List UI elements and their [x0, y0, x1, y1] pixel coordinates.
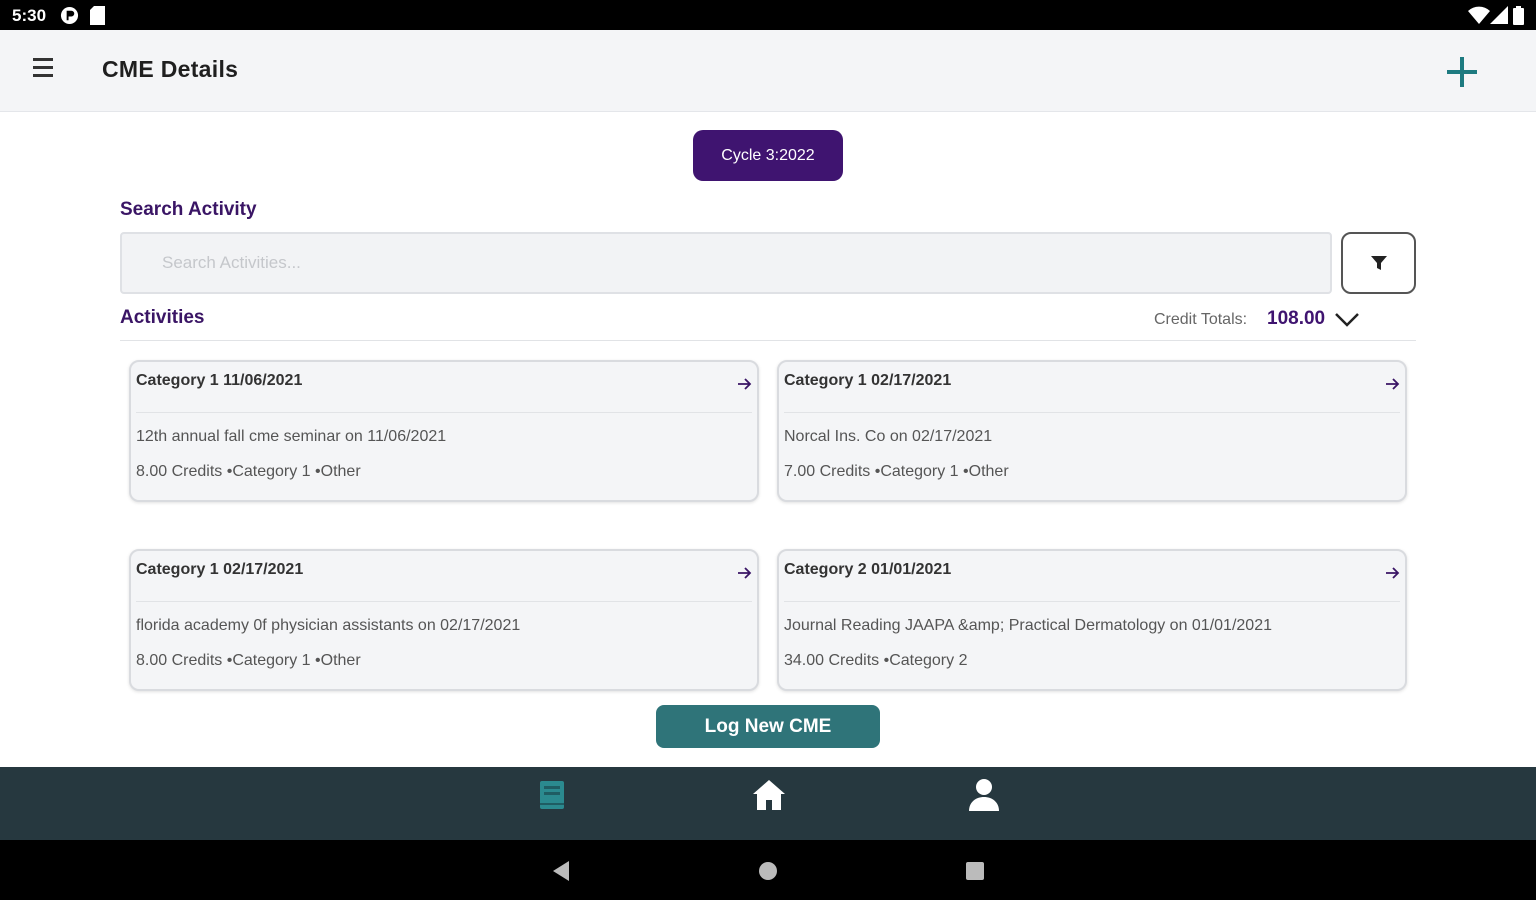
activities-label: Activities [120, 307, 205, 328]
activity-card[interactable]: Category 1 11/06/2021 12th annual fall c… [129, 360, 759, 502]
battery-icon [1513, 6, 1524, 30]
card-divider [784, 601, 1400, 602]
card-meta: 7.00 Credits •Category 1 •Other [784, 463, 1009, 480]
card-divider [136, 412, 752, 413]
person-icon [969, 779, 999, 811]
card-divider [784, 412, 1400, 413]
arrow-right-icon [1383, 565, 1403, 581]
card-description: florida academy 0f physician assistants … [136, 617, 521, 634]
card-meta: 34.00 Credits •Category 2 [784, 652, 968, 669]
nav-item-home[interactable] [745, 773, 793, 817]
nav-item-profile[interactable] [960, 773, 1008, 817]
card-divider [136, 601, 752, 602]
home-icon [753, 780, 785, 810]
search-box [120, 232, 1332, 294]
arrow-right-icon [735, 376, 755, 392]
search-activity-label: Search Activity [120, 199, 257, 220]
app-bar: CME Details [0, 30, 1536, 112]
signal-icon [1490, 6, 1508, 29]
back-icon[interactable] [549, 858, 575, 884]
menu-icon[interactable] [30, 58, 62, 84]
card-meta: 8.00 Credits •Category 1 •Other [136, 463, 361, 480]
plus-icon[interactable] [1440, 52, 1484, 92]
filter-button[interactable] [1341, 232, 1416, 294]
page-title: CME Details [102, 56, 239, 82]
card-header: Category 1 11/06/2021 [136, 372, 303, 389]
card-description: Journal Reading JAAPA &amp; Practical De… [784, 617, 1272, 634]
chevron-down-icon[interactable] [1334, 308, 1360, 330]
credit-totals-label: Credit Totals: [1154, 311, 1248, 328]
recents-icon[interactable] [962, 858, 988, 884]
credit-totals-value: 108.00 [1267, 308, 1326, 329]
status-time: 5:30 [12, 6, 47, 25]
log-new-cme-button[interactable]: Log New CME [656, 705, 880, 748]
card-description: 12th annual fall cme seminar on 11/06/20… [136, 428, 447, 445]
activity-card[interactable]: Category 2 01/01/2021 Journal Reading JA… [777, 549, 1407, 691]
wifi-icon [1468, 6, 1490, 29]
book-icon [540, 781, 564, 809]
search-input[interactable] [162, 234, 1312, 292]
card-header: Category 2 01/01/2021 [784, 561, 952, 578]
notification-icon [60, 6, 79, 30]
card-header: Category 1 02/17/2021 [784, 372, 952, 389]
card-description: Norcal Ins. Co on 02/17/2021 [784, 428, 993, 445]
nav-item-cme[interactable] [528, 773, 576, 817]
status-bar: 5:30 [0, 0, 1536, 30]
sd-card-icon [90, 6, 105, 30]
arrow-right-icon [735, 565, 755, 581]
divider [120, 340, 1416, 341]
arrow-right-icon [1383, 376, 1403, 392]
card-meta: 8.00 Credits •Category 1 •Other [136, 652, 361, 669]
cycle-button[interactable]: Cycle 3:2022 [693, 130, 843, 181]
system-nav-bar [0, 840, 1536, 900]
bottom-nav [0, 767, 1536, 840]
filter-icon [1370, 256, 1387, 270]
home-button-icon[interactable] [755, 858, 781, 884]
activity-card[interactable]: Category 1 02/17/2021 florida academy 0f… [129, 549, 759, 691]
activity-card[interactable]: Category 1 02/17/2021 Norcal Ins. Co on … [777, 360, 1407, 502]
card-header: Category 1 02/17/2021 [136, 561, 304, 578]
